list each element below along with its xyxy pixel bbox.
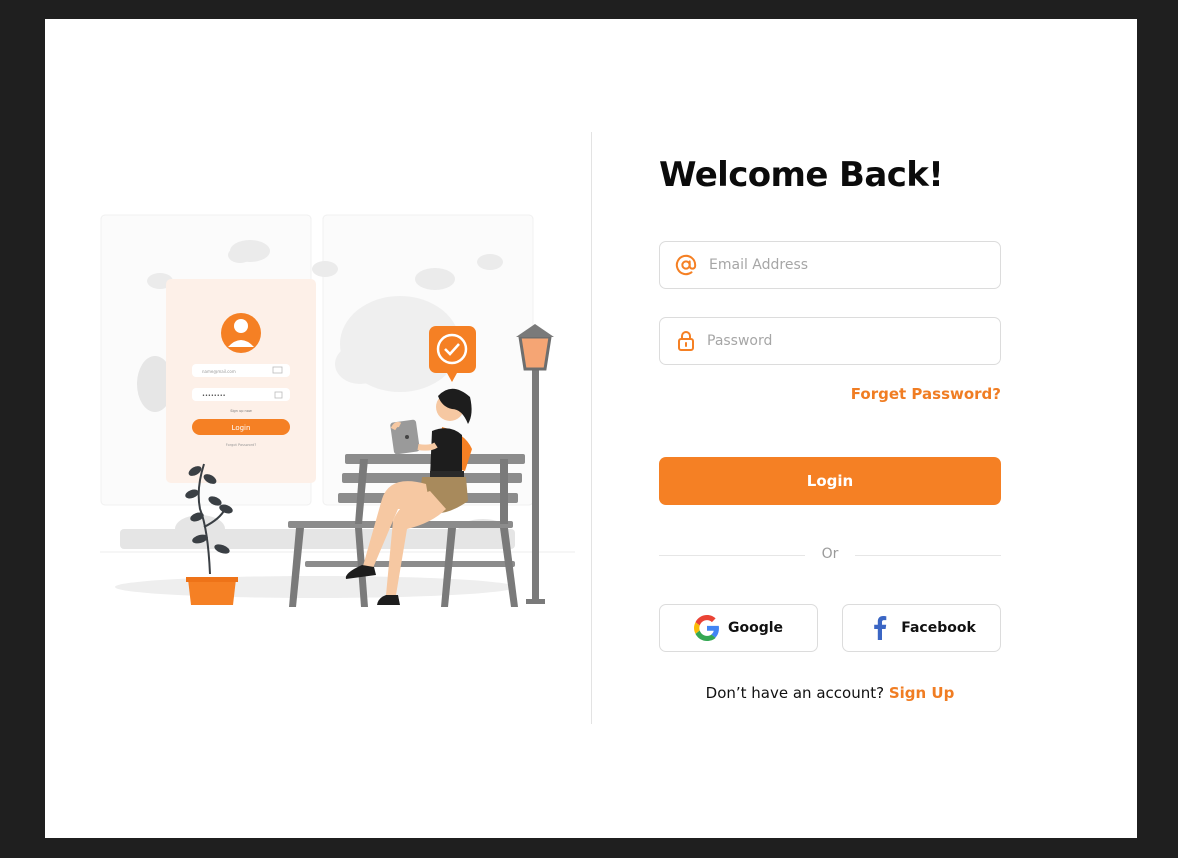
google-icon	[693, 615, 720, 641]
google-login-button[interactable]: Google	[659, 604, 818, 652]
page-title: Welcome Back!	[659, 155, 944, 195]
facebook-label: Facebook	[901, 620, 976, 636]
login-form: Welcome Back! Forget Password? Logi	[659, 19, 1001, 838]
email-field[interactable]	[659, 241, 1001, 289]
vertical-divider	[591, 132, 592, 724]
svg-text:Sign up now: Sign up now	[230, 409, 252, 413]
forgot-password-link[interactable]: Forget Password?	[851, 385, 1001, 403]
login-card: name@mail.com •••••••• Sign up now Login…	[45, 19, 1137, 838]
facebook-login-button[interactable]: Facebook	[842, 604, 1001, 652]
google-label: Google	[727, 620, 784, 636]
login-button[interactable]: Login	[659, 457, 1001, 505]
svg-text:name@mail.com: name@mail.com	[202, 369, 236, 374]
login-illustration: name@mail.com •••••••• Sign up now Login…	[100, 209, 580, 629]
svg-text:Login: Login	[232, 424, 251, 432]
lock-icon	[675, 330, 697, 352]
divider-line-right	[855, 555, 1001, 556]
signup-prompt-text: Don’t have an account?	[705, 684, 885, 702]
email-input[interactable]	[709, 257, 979, 273]
svg-text:Forgot Password?: Forgot Password?	[226, 443, 257, 447]
or-divider: Or	[659, 545, 1001, 565]
at-sign-icon	[675, 254, 697, 276]
svg-text:••••••••: ••••••••	[202, 393, 226, 399]
facebook-icon	[867, 615, 893, 641]
illustration-graphic: name@mail.com •••••••• Sign up now Login…	[100, 214, 575, 607]
password-input[interactable]	[707, 333, 977, 349]
signup-prompt: Don’t have an account? Sign Up	[659, 684, 1001, 702]
password-field[interactable]	[659, 317, 1001, 365]
or-text: Or	[821, 546, 839, 562]
sign-up-link[interactable]: Sign Up	[889, 684, 955, 702]
